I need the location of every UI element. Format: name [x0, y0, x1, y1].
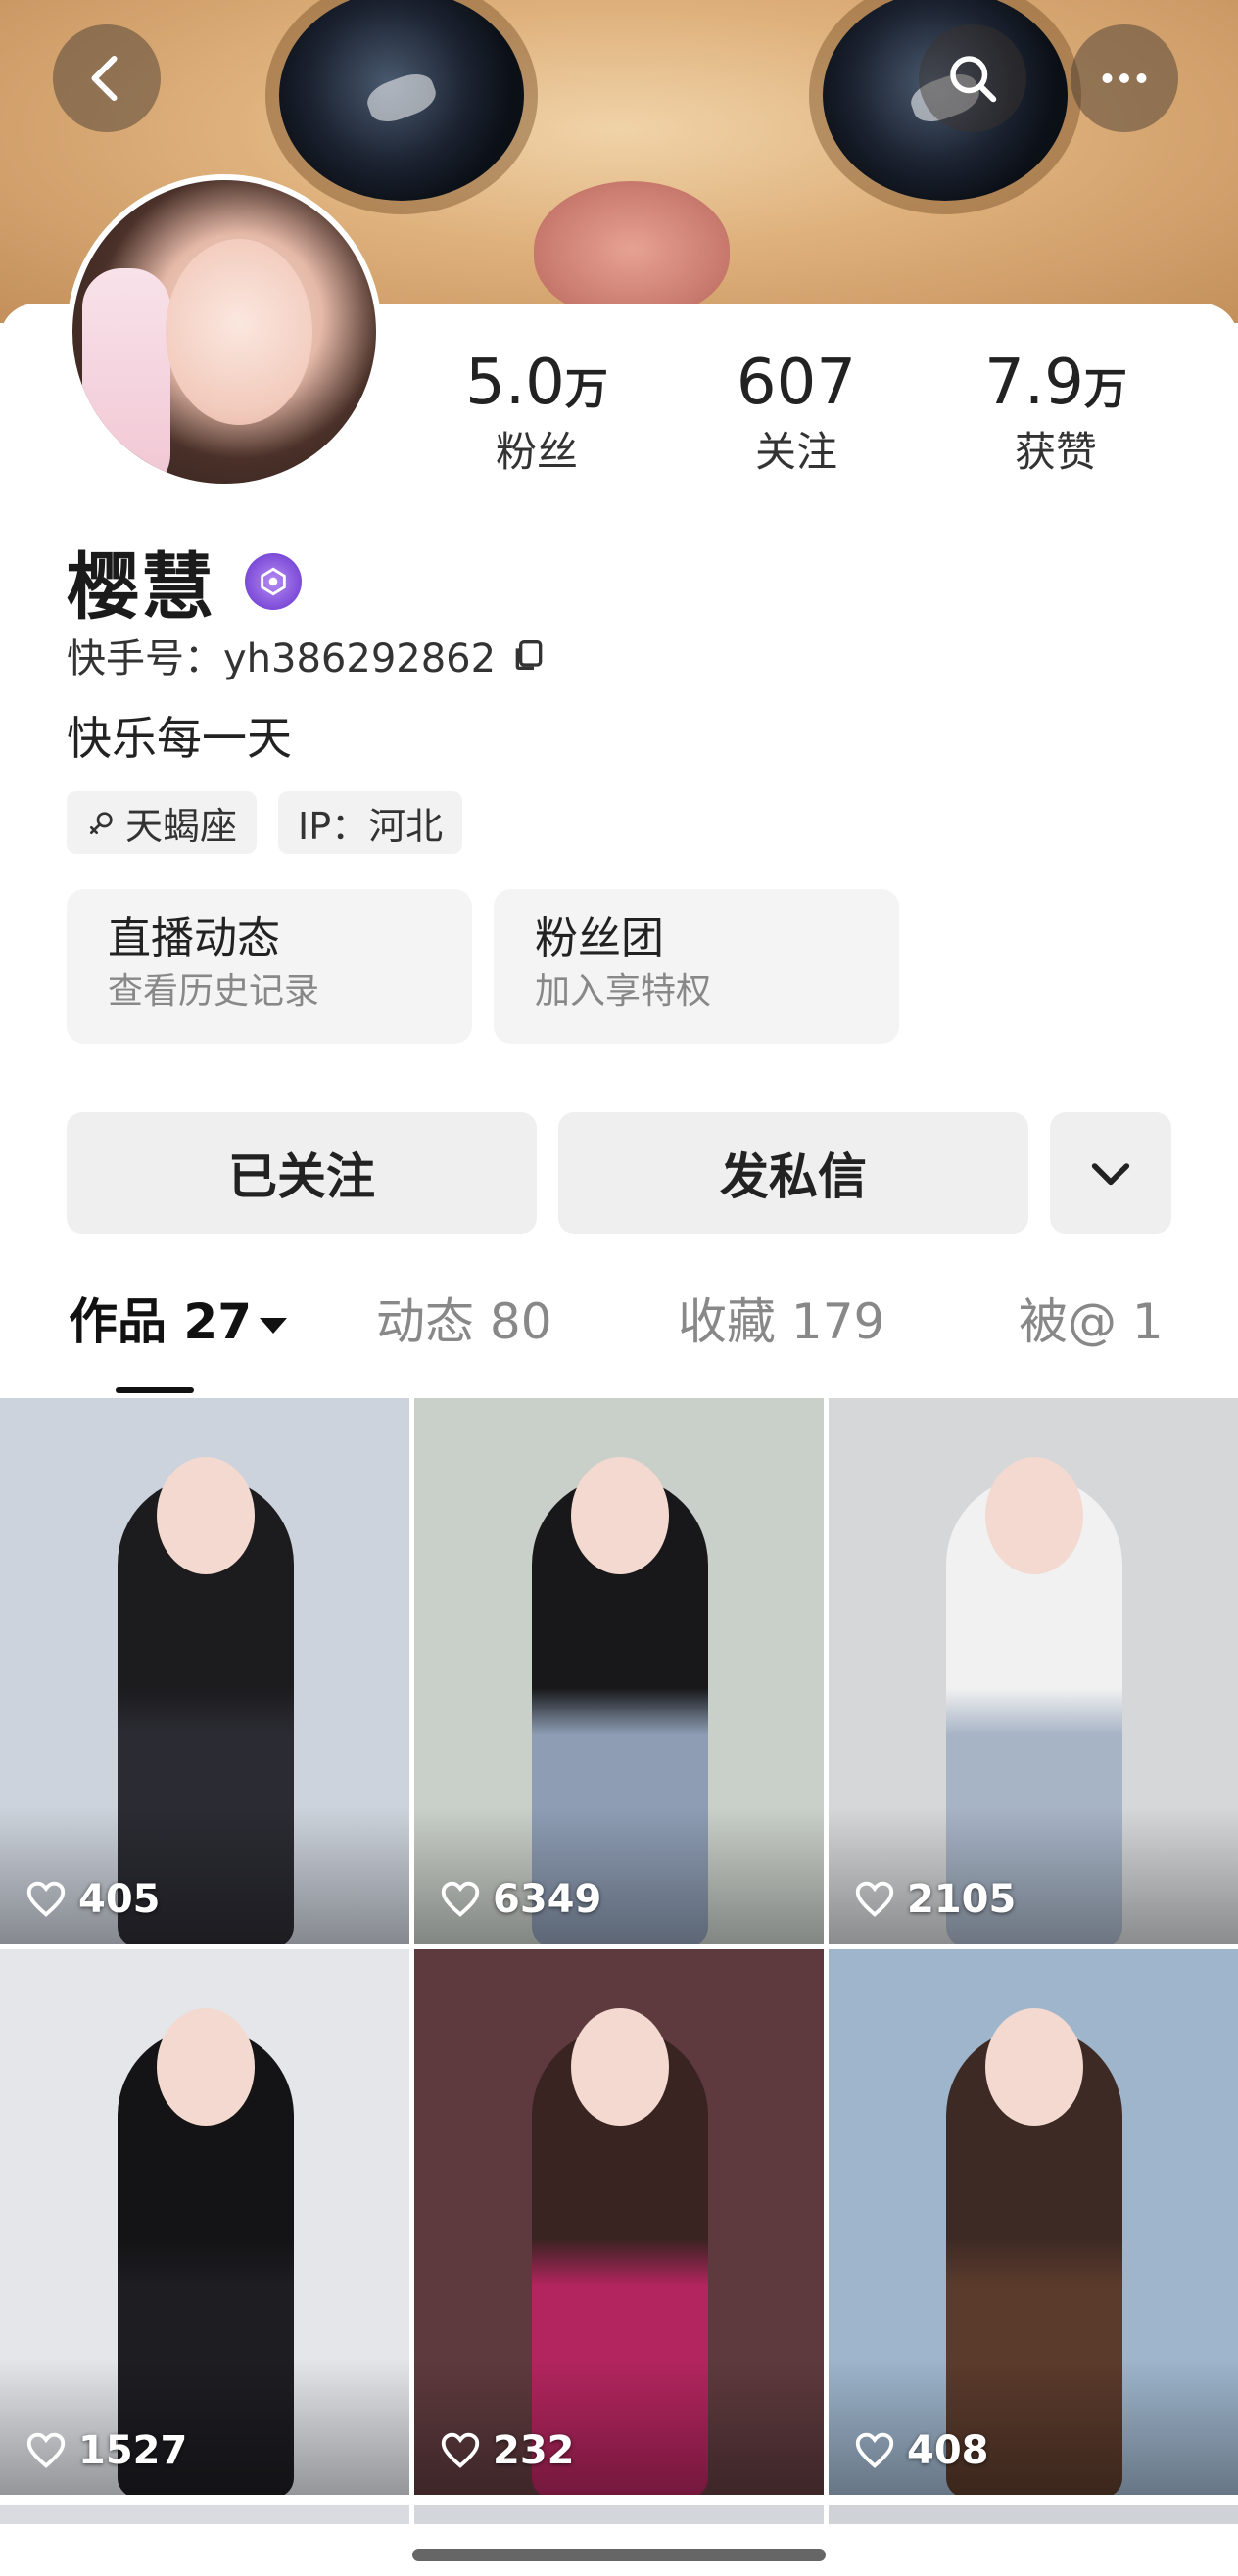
avatar[interactable]: [67, 174, 382, 490]
tag-zodiac: 天蝎座: [67, 791, 258, 854]
verified-badge-icon[interactable]: [245, 552, 302, 610]
tag-ip-label: IP：河北: [298, 804, 444, 848]
stat-likes-label: 获赞: [1014, 428, 1097, 476]
name-row: 樱慧: [67, 529, 302, 633]
video-shade: [414, 1806, 824, 1944]
next-tile-peek: [0, 2505, 409, 2524]
more-button[interactable]: [1071, 24, 1178, 132]
video-likes-count: 1527: [78, 2428, 188, 2473]
video-likes-count: 408: [907, 2428, 989, 2473]
feature-boxes: 直播动态 查看历史记录 粉丝团 加入享特权: [67, 889, 899, 1044]
video-tile[interactable]: 1527: [0, 1949, 409, 2495]
video-shade: [0, 1806, 409, 1944]
video-tile[interactable]: 408: [829, 1949, 1238, 2495]
live-history-subtitle: 查看历史记录: [108, 971, 320, 1011]
heart-icon: [855, 2432, 894, 2468]
fan-club-subtitle: 加入享特权: [535, 971, 712, 1011]
profile-name: 樱慧: [67, 545, 215, 630]
profile-tags: 天蝎座 IP：河北: [67, 791, 463, 854]
banner-image-nose: [534, 181, 730, 318]
kuaishou-id-row: 快手号：yh386292862: [67, 627, 548, 683]
stat-following-label: 关注: [754, 428, 837, 476]
search-icon: [950, 56, 997, 103]
heart-icon: [855, 1881, 894, 1917]
video-likes-count: 232: [493, 2428, 575, 2473]
tab-mentions[interactable]: 被@ 1: [1019, 1283, 1164, 1390]
video-likes: 6349: [438, 1877, 601, 1922]
heart-icon: [441, 1881, 480, 1917]
video-tile[interactable]: 6349: [414, 1398, 824, 1944]
tag-ip: IP：河北: [278, 791, 463, 854]
video-thumbnail-head: [985, 1457, 1083, 1574]
tag-zodiac-label: 天蝎座: [125, 804, 238, 848]
video-likes: 2105: [852, 1877, 1016, 1922]
video-thumbnail-head: [157, 1457, 255, 1574]
followed-button[interactable]: 已关注: [67, 1112, 537, 1234]
video-shade: [829, 2358, 1238, 2495]
content-tabs: 作品 27 动态 80 收藏 179 被@ 1: [0, 1283, 1238, 1390]
video-likes: 232: [438, 2428, 575, 2473]
fan-club-title: 粉丝团: [535, 913, 664, 963]
live-history-card[interactable]: 直播动态 查看历史记录: [67, 889, 472, 1044]
video-likes-count: 6349: [493, 1877, 602, 1922]
avatar-face: [166, 239, 312, 425]
video-shade: [414, 2358, 824, 2495]
tab-works-label: 作品 27: [69, 1293, 252, 1350]
tab-posts[interactable]: 动态 80: [376, 1283, 552, 1390]
live-history-title: 直播动态: [108, 913, 280, 963]
badge-glyph-icon: [261, 567, 286, 595]
tab-favorites[interactable]: 收藏 179: [678, 1283, 884, 1390]
stat-following-number: 607: [736, 347, 857, 419]
video-tile[interactable]: 2105: [829, 1398, 1238, 1944]
stat-fans-number: 5.0万: [465, 347, 608, 419]
stat-fans[interactable]: 5.0万 粉丝: [419, 348, 654, 480]
tab-works[interactable]: 作品 27: [69, 1283, 287, 1390]
active-tab-indicator: [116, 1387, 194, 1393]
video-thumbnail-head: [985, 2008, 1083, 2126]
video-likes-count: 405: [78, 1877, 161, 1922]
video-tile[interactable]: 405: [0, 1398, 409, 1944]
stat-following[interactable]: 607 关注: [679, 348, 914, 480]
action-buttons: 已关注 发私信: [67, 1112, 1171, 1234]
kuaishou-id: 快手号：yh386292862: [67, 636, 497, 681]
video-thumbnail-head: [157, 2008, 255, 2126]
send-message-button[interactable]: 发私信: [558, 1112, 1028, 1234]
stat-likes-number: 7.9万: [984, 347, 1127, 419]
video-likes-count: 2105: [907, 1877, 1017, 1922]
heart-icon: [26, 2432, 66, 2468]
video-likes: 408: [852, 2428, 989, 2473]
back-arrow-icon: [91, 56, 118, 101]
caret-down-icon: [260, 1317, 287, 1334]
heart-icon: [26, 1881, 66, 1917]
video-thumbnail-head: [571, 1457, 669, 1574]
video-shade: [0, 2358, 409, 2495]
avatar-detail: [82, 268, 170, 484]
more-dots-icon: [1102, 73, 1147, 83]
copy-icon[interactable]: [509, 635, 548, 675]
video-thumbnail-head: [571, 2008, 669, 2126]
next-tile-peek: [414, 2505, 824, 2524]
stat-likes[interactable]: 7.9万 获赞: [938, 348, 1173, 480]
video-likes: 405: [24, 1877, 161, 1922]
chevron-down-icon: [1091, 1163, 1130, 1186]
heart-icon: [441, 2432, 480, 2468]
home-indicator[interactable]: [412, 2549, 826, 2561]
video-likes: 1527: [24, 2428, 187, 2473]
profile-bio: 快乐每一天: [67, 712, 292, 765]
next-tile-peek: [829, 2505, 1238, 2524]
search-button[interactable]: [919, 24, 1026, 132]
video-shade: [829, 1806, 1238, 1944]
back-button[interactable]: [53, 24, 161, 132]
fan-club-card[interactable]: 粉丝团 加入享特权: [494, 889, 899, 1044]
banner-image-eye-left: [279, 0, 524, 201]
video-tile[interactable]: 232: [414, 1949, 824, 2495]
stat-fans-label: 粉丝: [495, 428, 578, 476]
next-row-peek: [0, 2505, 1238, 2524]
more-actions-button[interactable]: [1050, 1112, 1171, 1234]
female-symbol-icon: [90, 812, 113, 834]
